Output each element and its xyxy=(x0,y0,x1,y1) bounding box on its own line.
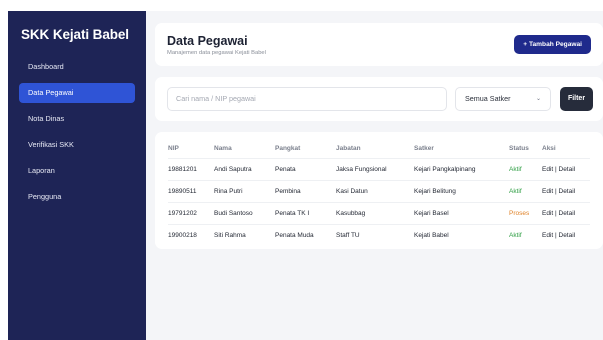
filter-button[interactable]: Filter xyxy=(560,87,593,111)
sidebar: SKK Kejati Babel Dashboard Data Pegawai … xyxy=(8,11,146,340)
status-badge: Aktif xyxy=(509,179,542,202)
employee-table-card: NIP Nama Pangkat Jabatan Satker Status A… xyxy=(155,132,603,249)
page-title: Data Pegawai xyxy=(167,34,248,48)
sidebar-item-laporan[interactable]: Laporan xyxy=(19,161,135,181)
sidebar-item-pengguna[interactable]: Pengguna xyxy=(19,187,135,207)
cell-nama: Siti Rahma xyxy=(214,223,275,246)
cell-satker: Kejari Basel xyxy=(414,201,509,224)
cell-nip: 19890511 xyxy=(168,179,214,202)
cell-nama: Rina Putri xyxy=(214,179,275,202)
cell-nip: 19881201 xyxy=(168,157,214,180)
sidebar-menu: Dashboard Data Pegawai Nota Dinas Verifi… xyxy=(8,57,146,207)
sidebar-item-dashboard[interactable]: Dashboard xyxy=(19,57,135,77)
table-row: 19900218 Siti Rahma Penata Muda Staff TU… xyxy=(168,223,590,246)
satker-select[interactable]: Semua Satker ⌄ xyxy=(455,87,551,111)
page-header: Data Pegawai Manajemen data pegawai Keja… xyxy=(155,23,603,66)
column-header-jabatan: Jabatan xyxy=(336,144,361,152)
cell-jabatan: Kasubbag xyxy=(336,201,414,224)
cell-satker: Kejati Babel xyxy=(414,223,509,246)
cell-satker: Kejari Belitung xyxy=(414,179,509,202)
sidebar-item-data-pegawai[interactable]: Data Pegawai xyxy=(19,83,135,103)
row-actions[interactable]: Edit | Detail xyxy=(542,223,590,246)
cell-nama: Andi Saputra xyxy=(214,157,275,180)
main-content: Data Pegawai Manajemen data pegawai Keja… xyxy=(146,11,603,340)
cell-jabatan: Staff TU xyxy=(336,223,414,246)
table-header-row: NIP Nama Pangkat Jabatan Satker Status A… xyxy=(168,139,590,158)
cell-nip: 19791202 xyxy=(168,201,214,224)
filter-bar: Cari nama / NIP pegawai Semua Satker ⌄ F… xyxy=(155,77,603,121)
column-header-nama: Nama xyxy=(214,144,232,152)
cell-pangkat: Penata Muda xyxy=(275,223,336,246)
employee-table: NIP Nama Pangkat Jabatan Satker Status A… xyxy=(168,139,590,246)
app-brand: SKK Kejati Babel xyxy=(21,27,129,42)
chevron-down-icon: ⌄ xyxy=(535,96,541,102)
sidebar-item-verifikasi-skk[interactable]: Verifikasi SKK xyxy=(19,135,135,155)
cell-pangkat: Penata TK I xyxy=(275,201,336,224)
table-row: 19890511 Rina Putri Pembina Kasi Datun K… xyxy=(168,179,590,202)
table-row: 19881201 Andi Saputra Penata Jaksa Fungs… xyxy=(168,157,590,180)
cell-pangkat: Pembina xyxy=(275,179,336,202)
search-input[interactable]: Cari nama / NIP pegawai xyxy=(167,87,447,111)
sidebar-item-nota-dinas[interactable]: Nota Dinas xyxy=(19,109,135,129)
column-header-status: Status xyxy=(509,144,529,152)
column-header-aksi: Aksi xyxy=(542,144,556,152)
row-actions[interactable]: Edit | Detail xyxy=(542,157,590,180)
status-badge: Aktif xyxy=(509,157,542,180)
cell-jabatan: Kasi Datun xyxy=(336,179,414,202)
satker-select-value: Semua Satker xyxy=(465,94,511,103)
cell-nip: 19900218 xyxy=(168,223,214,246)
column-header-nip: NIP xyxy=(168,144,179,152)
status-badge: Aktif xyxy=(509,223,542,246)
cell-nama: Budi Santoso xyxy=(214,201,275,224)
page-subtitle: Manajemen data pegawai Kejati Babel xyxy=(167,50,266,56)
table-row: 19791202 Budi Santoso Penata TK I Kasubb… xyxy=(168,201,590,224)
add-employee-button[interactable]: + Tambah Pegawai xyxy=(514,35,591,54)
status-badge: Proses xyxy=(509,201,542,224)
column-header-pangkat: Pangkat xyxy=(275,144,301,152)
cell-satker: Kejari Pangkalpinang xyxy=(414,157,509,180)
cell-jabatan: Jaksa Fungsional xyxy=(336,157,414,180)
cell-pangkat: Penata xyxy=(275,157,336,180)
row-actions[interactable]: Edit | Detail xyxy=(542,201,590,224)
row-actions[interactable]: Edit | Detail xyxy=(542,179,590,202)
column-header-satker: Satker xyxy=(414,144,434,152)
